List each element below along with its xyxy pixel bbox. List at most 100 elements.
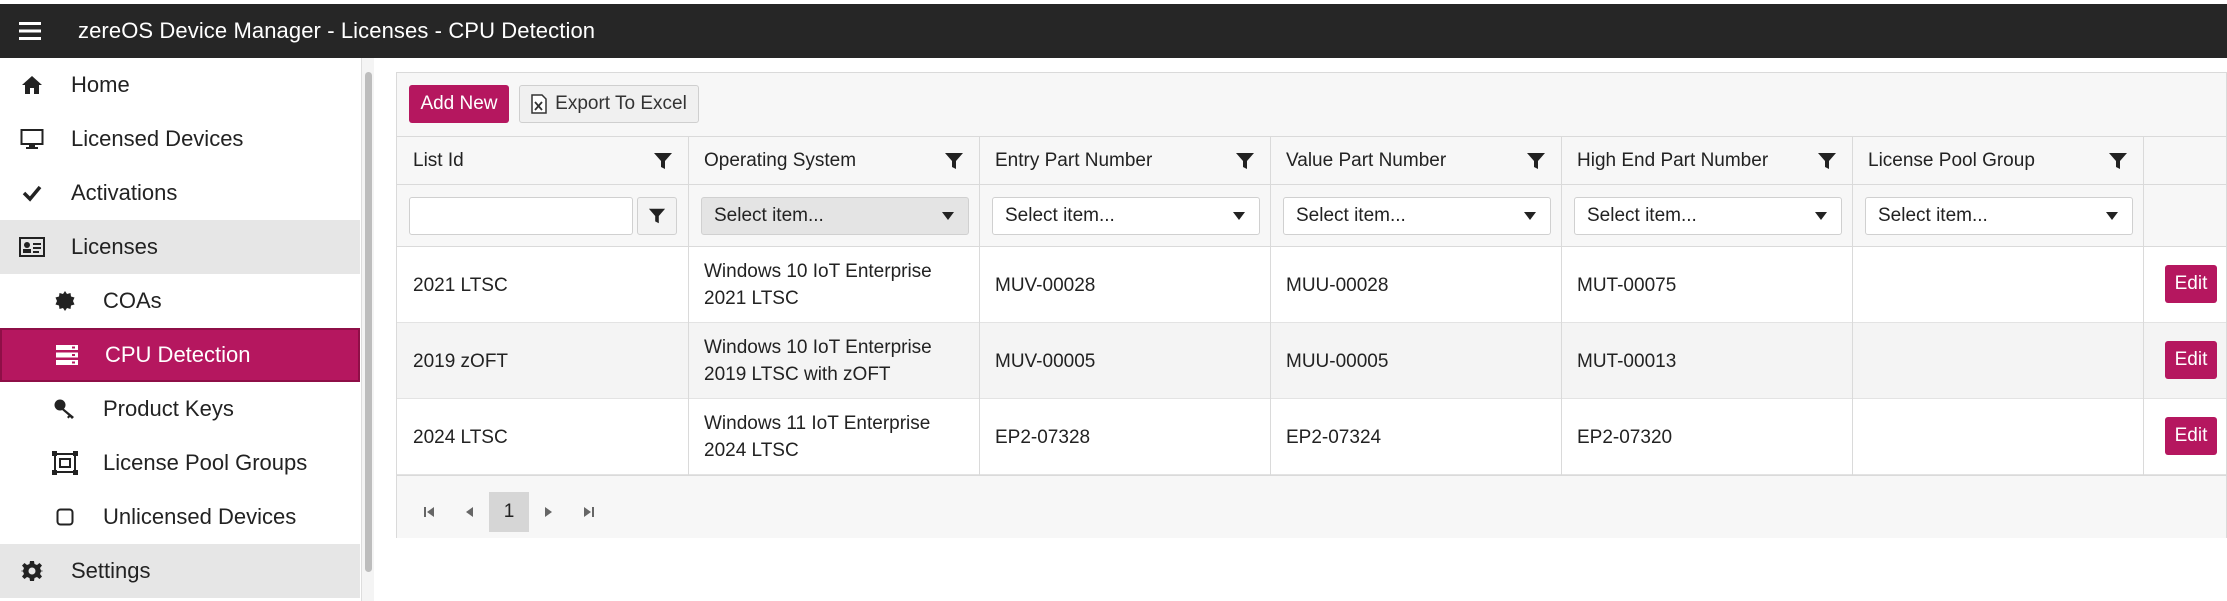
- checkmark-icon: [19, 180, 45, 206]
- grid-filter-row: Select item... Select item... Select ite…: [397, 185, 2226, 247]
- sidebar-item-home[interactable]: Home: [0, 58, 360, 112]
- select-value: Select item...: [714, 205, 824, 226]
- column-title: High End Part Number: [1577, 150, 1769, 171]
- high-end-part-number-filter-select[interactable]: Select item...: [1574, 197, 1842, 235]
- filter-icon[interactable]: [944, 151, 964, 171]
- cell-list-id: 2019 zOFT: [413, 350, 509, 372]
- table-row[interactable]: 2024 LTSC Windows 11 IoT Enterprise 2024…: [397, 399, 2226, 475]
- excel-file-icon: [531, 94, 547, 114]
- next-page-icon[interactable]: [537, 492, 561, 532]
- export-to-excel-button[interactable]: Export To Excel: [519, 85, 699, 123]
- column-title: License Pool Group: [1868, 150, 2035, 171]
- cell-value-part-number: EP2-07324: [1286, 426, 1382, 448]
- column-header-list-id[interactable]: List Id: [413, 137, 687, 185]
- certificate-seal-icon: [52, 288, 78, 314]
- add-new-button[interactable]: Add New: [409, 85, 509, 123]
- pool-group-icon: [52, 450, 78, 476]
- column-header-operating-system[interactable]: Operating System: [704, 137, 978, 185]
- edit-button[interactable]: Edit: [2165, 341, 2217, 379]
- list-id-filter-input[interactable]: [409, 197, 633, 235]
- cell-operating-system: Windows 10 IoT Enterprise 2021 LTSC: [704, 261, 932, 309]
- sidebar-item-coas[interactable]: COAs: [0, 274, 360, 328]
- license-pool-group-filter-select[interactable]: Select item...: [1865, 197, 2133, 235]
- chevron-down-icon: [1233, 212, 1245, 220]
- list-id-filter-button[interactable]: [637, 197, 677, 235]
- value-part-number-filter-select[interactable]: Select item...: [1283, 197, 1551, 235]
- last-page-icon[interactable]: [577, 492, 601, 532]
- filter-icon: [648, 208, 666, 224]
- server-icon: [54, 342, 80, 368]
- column-title: Value Part Number: [1286, 150, 1447, 171]
- filter-icon[interactable]: [653, 151, 673, 171]
- sidebar-item-unlicensed-devices[interactable]: Unlicensed Devices: [0, 490, 360, 544]
- column-divider[interactable]: [688, 137, 689, 475]
- sidebar-item-activations[interactable]: Activations: [0, 166, 360, 220]
- filter-icon[interactable]: [2108, 151, 2128, 171]
- edit-button[interactable]: Edit: [2165, 265, 2217, 303]
- sidebar-item-label: License Pool Groups: [103, 450, 308, 475]
- select-value: Select item...: [1296, 205, 1406, 226]
- sidebar-item-settings[interactable]: Settings: [0, 544, 360, 598]
- sidebar-nav: Home Licensed Devices Activations Licens…: [0, 58, 362, 601]
- entry-part-number-filter-select[interactable]: Select item...: [992, 197, 1260, 235]
- previous-page-icon[interactable]: [457, 492, 481, 532]
- grid-toolbar: Add New Export To Excel: [397, 73, 2226, 137]
- sidebar-item-label: Activations: [71, 180, 178, 205]
- cell-operating-system: Windows 11 IoT Enterprise 2024 LTSC: [704, 413, 931, 461]
- sidebar-item-label: Unlicensed Devices: [103, 504, 297, 529]
- sidebar-item-label: CPU Detection: [105, 342, 251, 367]
- sidebar-item-licensed-devices[interactable]: Licensed Devices: [0, 112, 360, 166]
- sidebar-item-label: Home: [71, 72, 130, 97]
- grid-header-row: List Id Operating System Entry Part Numb…: [397, 137, 2226, 185]
- key-icon: [52, 396, 78, 422]
- app-title: zereOS Device Manager - Licenses - CPU D…: [78, 18, 596, 43]
- column-divider[interactable]: [1852, 137, 1853, 475]
- sidebar-item-cpu-detection[interactable]: CPU Detection: [0, 328, 360, 382]
- cell-entry-part-number: MUV-00028: [995, 274, 1096, 296]
- gear-icon: [19, 558, 45, 584]
- column-title: List Id: [413, 150, 464, 171]
- column-divider[interactable]: [2143, 137, 2144, 475]
- page-number-button[interactable]: 1: [489, 492, 529, 532]
- sidebar-item-product-keys[interactable]: Product Keys: [0, 382, 360, 436]
- cell-list-id: 2021 LTSC: [413, 274, 508, 296]
- filter-icon[interactable]: [1235, 151, 1255, 171]
- first-page-icon[interactable]: [417, 492, 441, 532]
- column-header-value-part-number[interactable]: Value Part Number: [1286, 137, 1560, 185]
- sidebar-item-licenses[interactable]: Licenses: [0, 220, 360, 274]
- id-card-icon: [19, 234, 45, 260]
- table-row[interactable]: 2021 LTSC Windows 10 IoT Enterprise 2021…: [397, 247, 2226, 323]
- hamburger-menu-icon[interactable]: [0, 4, 60, 58]
- top-app-bar: zereOS Device Manager - Licenses - CPU D…: [0, 4, 2227, 58]
- operating-system-filter-select[interactable]: Select item...: [701, 197, 969, 235]
- column-title: Operating System: [704, 150, 857, 171]
- home-icon: [19, 72, 45, 98]
- cell-high-end-part-number: MUT-00075: [1577, 274, 1677, 296]
- cell-list-id: 2024 LTSC: [413, 426, 508, 448]
- square-outline-icon: [52, 504, 78, 530]
- column-divider[interactable]: [1561, 137, 1562, 475]
- column-divider[interactable]: [979, 137, 980, 475]
- sidebar-item-label: Product Keys: [103, 396, 234, 421]
- sidebar-scrollbar-thumb[interactable]: [365, 72, 372, 572]
- column-header-high-end-part-number[interactable]: High End Part Number: [1577, 137, 1851, 185]
- sidebar-item-label: COAs: [103, 288, 162, 313]
- filter-icon[interactable]: [1817, 151, 1837, 171]
- chevron-down-icon: [1524, 212, 1536, 220]
- monitor-icon: [19, 126, 45, 152]
- table-row[interactable]: 2019 zOFT Windows 10 IoT Enterprise 2019…: [397, 323, 2226, 399]
- filter-icon[interactable]: [1526, 151, 1546, 171]
- edit-button[interactable]: Edit: [2165, 417, 2217, 455]
- select-value: Select item...: [1587, 205, 1697, 226]
- select-value: Select item...: [1878, 205, 1988, 226]
- cell-value-part-number: MUU-00005: [1286, 350, 1389, 372]
- cell-high-end-part-number: MUT-00013: [1577, 350, 1677, 372]
- data-grid: Add New Export To Excel List Id Operatin…: [396, 72, 2227, 538]
- column-divider[interactable]: [1270, 137, 1271, 475]
- export-label: Export To Excel: [555, 93, 687, 114]
- column-header-license-pool-group[interactable]: License Pool Group: [1868, 137, 2142, 185]
- cell-value-part-number: MUU-00028: [1286, 274, 1389, 296]
- column-title: Entry Part Number: [995, 150, 1153, 171]
- column-header-entry-part-number[interactable]: Entry Part Number: [995, 137, 1269, 185]
- sidebar-item-license-pool-groups[interactable]: License Pool Groups: [0, 436, 360, 490]
